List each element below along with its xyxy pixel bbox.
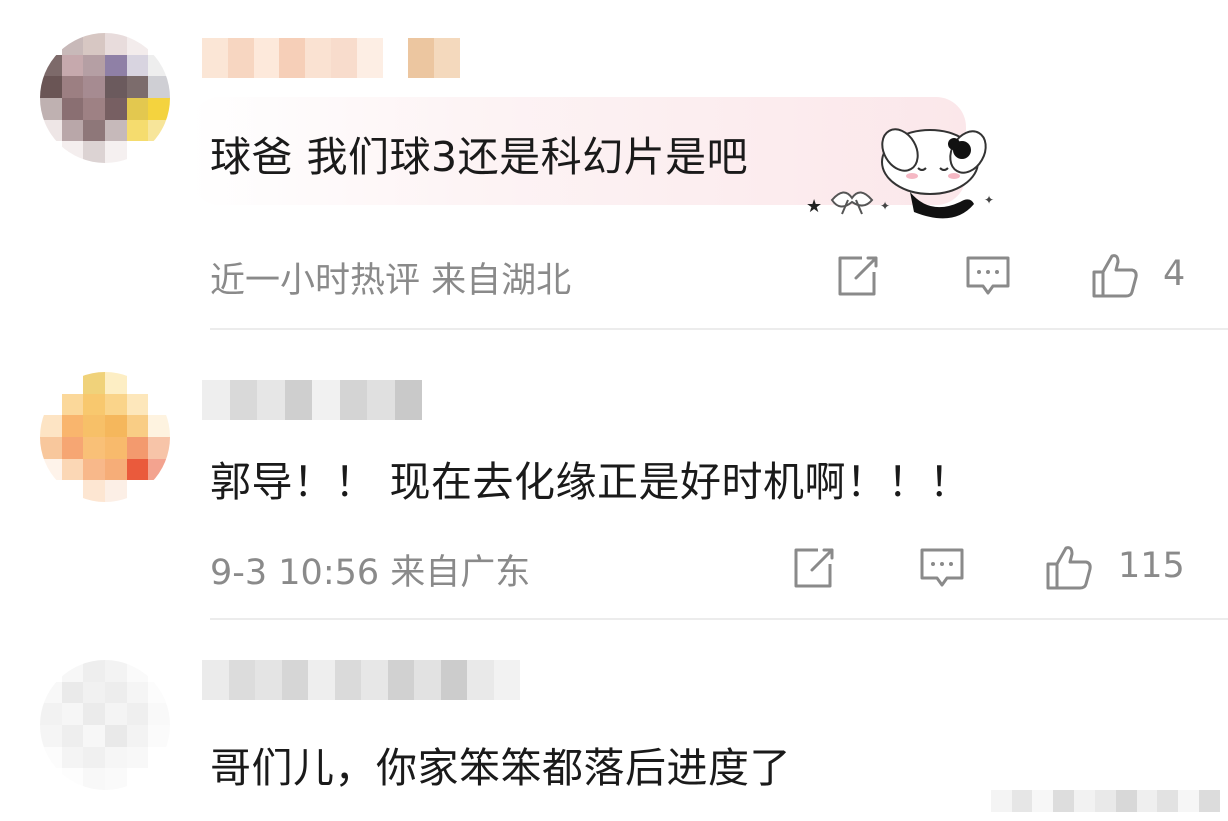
- like-count: 4: [1163, 254, 1186, 294]
- reply-button[interactable]: [917, 542, 967, 592]
- comment-text: 球爸 我们球3还是科幻片是吧: [210, 133, 749, 181]
- comment-meta: 近一小时热评 来自湖北: [210, 261, 572, 301]
- bunny-sticker-icon: ★ ✦ ✦: [806, 128, 994, 219]
- like-button[interactable]: [1044, 542, 1094, 592]
- avatar-pixelated-image: [40, 372, 170, 502]
- avatar[interactable]: [40, 33, 170, 163]
- thumbs-up-icon: [1092, 254, 1138, 298]
- share-button[interactable]: [832, 250, 882, 300]
- comment-text: 哥们儿，你家笨笨都落后进度了: [210, 744, 791, 792]
- avatar[interactable]: [40, 660, 170, 790]
- thumbs-up-icon: [1046, 546, 1092, 590]
- comment-text: 郭导！！ 现在去化缘正是好时机啊！！！: [210, 458, 971, 506]
- svg-text:★: ★: [806, 196, 822, 217]
- svg-text:✦: ✦: [880, 199, 890, 213]
- avatar[interactable]: [40, 372, 170, 502]
- svg-text:✦: ✦: [984, 193, 994, 207]
- comment-item: 郭导！！ 现在去化缘正是好时机啊！！！ 9-3 10:56 来自广东 115: [0, 330, 1228, 620]
- comment-item: 球爸 我们球3还是科幻片是吧 ★ ✦ ✦ 近一小时热评 来自湖北 4: [0, 0, 1228, 330]
- like-button[interactable]: [1090, 250, 1140, 300]
- like-count: 115: [1118, 546, 1185, 586]
- comment-meta: 9-3 10:56 来自广东: [210, 553, 531, 593]
- reply-button[interactable]: [963, 250, 1013, 300]
- share-icon: [838, 256, 878, 296]
- avatar-pixelated-image: [40, 660, 170, 790]
- share-button[interactable]: [788, 542, 838, 592]
- comment-icon: [920, 548, 964, 587]
- avatar-pixelated-image: [40, 33, 170, 163]
- watermark-pixelated: [970, 790, 1220, 812]
- username-pixelated[interactable]: [202, 38, 460, 78]
- share-icon: [794, 548, 834, 588]
- username-pixelated[interactable]: [202, 660, 520, 700]
- username-pixelated[interactable]: [202, 380, 422, 420]
- comment-icon: [966, 256, 1010, 295]
